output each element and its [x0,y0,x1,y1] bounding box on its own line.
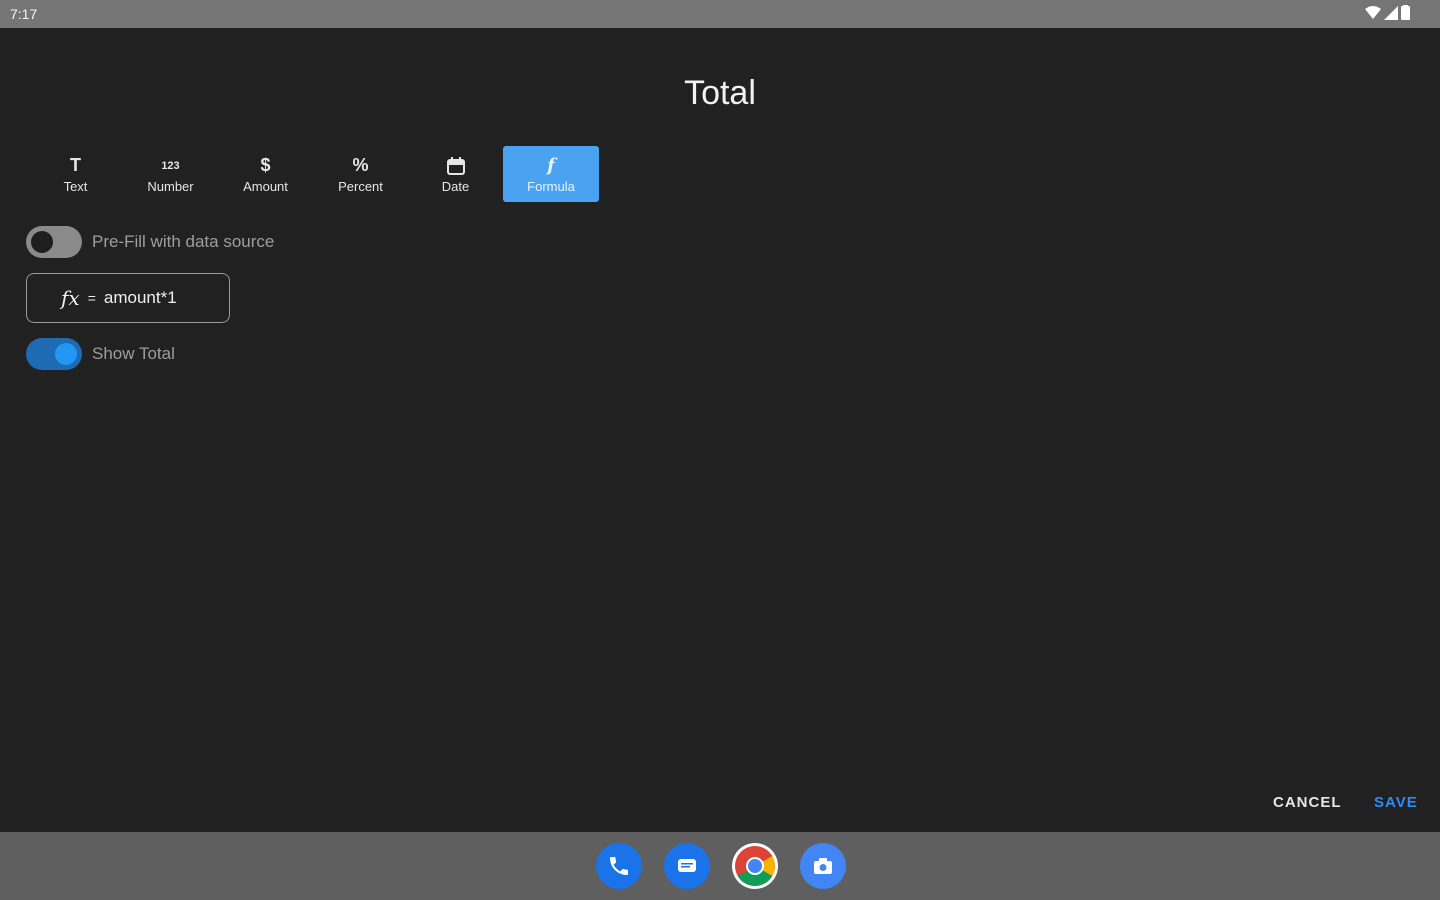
chrome-icon[interactable] [732,843,778,889]
number-icon: 123 [161,159,180,172]
show-total-label: Show Total [92,344,175,363]
type-label: Formula [527,178,575,194]
app-dock [596,843,846,889]
percent-icon: % [352,155,369,175]
type-number-button[interactable]: 123 Number [123,146,218,202]
status-icons [1365,5,1410,20]
type-label: Percent [338,178,383,194]
formula-button[interactable]: fx = amount*1 [26,273,230,323]
field-type-selector: T Text 123 Number $ Amount % Percent Dat… [28,146,599,202]
type-label: Number [147,178,194,194]
calendar-icon [446,155,465,177]
formula-equals: = [87,290,96,306]
toggle-knob [55,343,77,365]
type-percent-button[interactable]: % Percent [313,146,408,202]
prefill-label: Pre-Fill with data source [92,232,275,251]
messages-icon[interactable] [664,843,710,889]
type-amount-button[interactable]: $ Amount [218,146,313,202]
show-total-toggle[interactable] [26,338,82,370]
fx-icon: fx [61,286,80,310]
toggle-knob [31,231,53,253]
signal-icon [1384,5,1398,20]
status-time: 7:17 [10,6,38,22]
dollar-icon: $ [260,155,271,175]
wifi-icon [1365,5,1381,19]
dialog-title: Total [684,74,756,112]
prefill-toggle[interactable] [26,226,82,258]
type-formula-button[interactable]: f Formula [503,146,599,202]
cancel-button[interactable]: CANCEL [1273,794,1342,811]
function-icon: f [547,155,555,176]
type-text-button[interactable]: T Text [28,146,123,202]
save-button[interactable]: SAVE [1374,794,1418,811]
type-date-button[interactable]: Date [408,146,503,202]
text-format-icon: T [70,155,81,175]
camera-icon[interactable] [800,843,846,889]
status-bar: 7:17 [0,0,1440,28]
battery-icon [1401,5,1410,20]
formula-expression: amount*1 [103,288,177,307]
type-label: Date [441,178,470,194]
type-label: Text [63,178,88,194]
phone-icon[interactable] [596,843,642,889]
type-label: Amount [243,178,288,194]
